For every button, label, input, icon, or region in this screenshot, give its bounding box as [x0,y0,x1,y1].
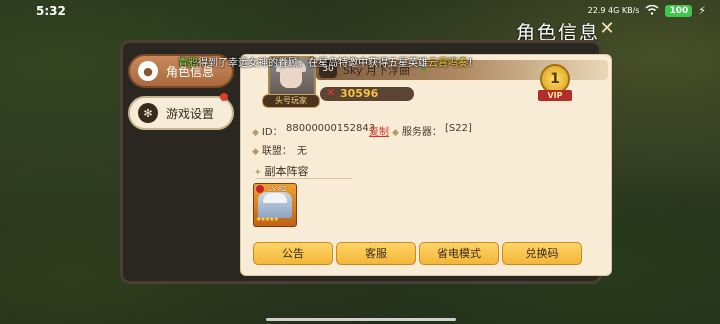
redeem-code-button[interactable]: 兑换码 [502,242,582,265]
close-icon[interactable]: ✕ [596,18,618,40]
power-value: 30596 [340,87,379,100]
battery-icon: 100 [665,4,693,17]
wifi-icon [645,4,659,17]
server-value: [S22] [445,123,472,134]
id-value: 88000000152843 [286,123,376,134]
lineup-title-text: 副本阵容 [264,165,309,178]
status-time: 5:32 [36,4,66,18]
server-label: ◆ 服务器： [392,123,442,138]
hero-card[interactable]: Lv.82 ★★★★★ [253,183,297,227]
hero-stars: ★★★★★ [256,216,279,223]
power-icon: ✕ [326,86,336,99]
alliance-label-text: 联盟： [261,146,292,157]
tab-label: 游戏设置 [166,106,215,121]
user-icon: ● [138,61,158,81]
heart-icon [256,185,264,193]
lineup-title: ✦ 副本阵容 [254,163,309,179]
vip-badge[interactable]: 1 VIP [538,64,572,104]
marquee-player: 青鸦 [178,58,198,69]
status-right: 22.9 4G KB/s 100 ⚡ [588,4,706,17]
gesture-handle [266,318,456,321]
charging-icon: ⚡ [698,4,706,17]
marquee-hero: 云霄鸣奏 [428,58,468,69]
gear-icon: ✻ [138,103,158,123]
marquee-text: 得到了幸运女神的眷顾，在星岛特邀中获得五星英雄 [198,58,428,69]
hero-level: Lv.82 [268,185,287,193]
hero-hair [263,193,287,203]
tab-game-settings[interactable]: ✻ 游戏设置 [128,96,234,130]
sparkle-icon: ✦ [254,168,262,178]
marquee-end: ！ [468,58,478,69]
id-label: ◆ ID： [252,123,283,138]
power-save-button[interactable]: 省电模式 [419,242,499,265]
avatar-frame-badge: 头号玩家 [262,94,320,108]
server-label-text: 服务器： [401,127,442,138]
vip-label: VIP [538,90,572,101]
broadcast-marquee: 青鸦得到了幸运女神的眷顾，在星岛特邀中获得五星英雄云霄鸣奏！ [178,54,478,69]
alliance-label: ◆ 联盟： [252,142,292,157]
section-divider [256,178,352,179]
customer-service-button[interactable]: 客服 [336,242,416,265]
diamond-icon: ◆ [252,128,259,138]
copy-button[interactable]: 复制 [369,123,389,138]
alliance-value: 无 [297,146,307,157]
notification-dot [220,93,228,101]
diamond-icon: ◆ [392,128,399,138]
id-label-text: ID： [261,127,283,138]
diamond-icon: ◆ [252,147,259,157]
notice-button[interactable]: 公告 [253,242,333,265]
network-speed: 22.9 4G KB/s [587,6,640,15]
